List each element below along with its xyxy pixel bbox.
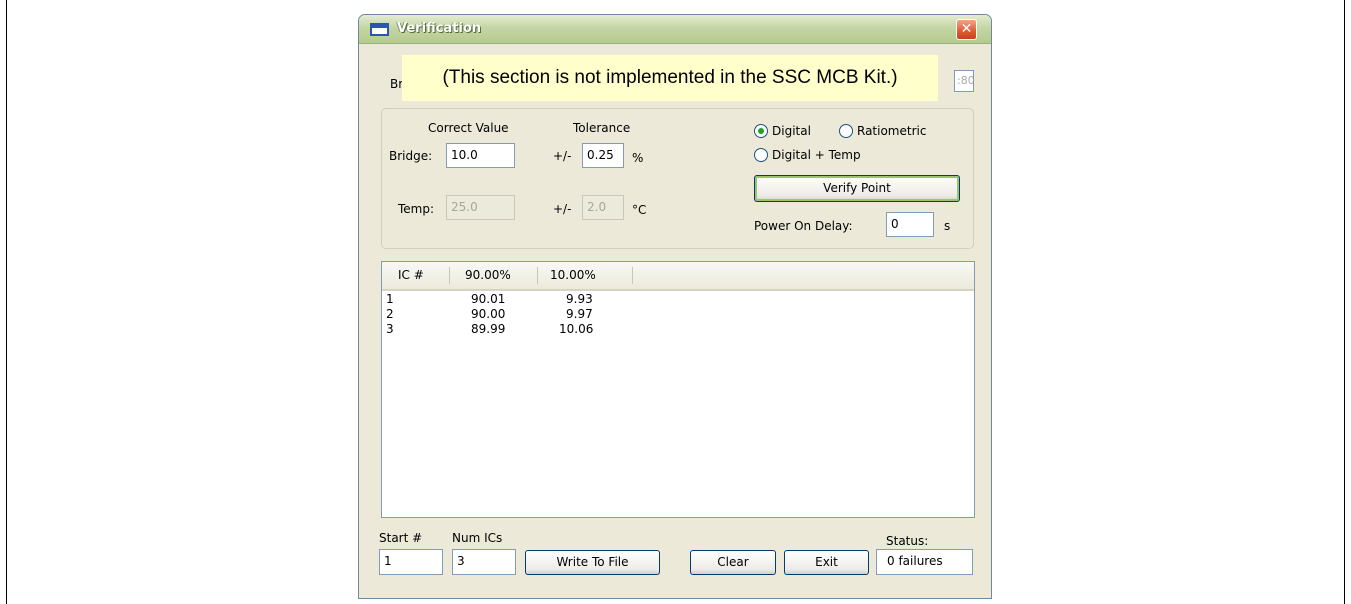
bridge-plus-minus: +/- xyxy=(553,149,572,163)
bridge-value-input[interactable]: 10.0 xyxy=(446,143,515,168)
temp-value-input[interactable]: 25.0 xyxy=(446,195,515,220)
row-3-90: 89.99 xyxy=(471,322,506,336)
tolerance-header: Tolerance xyxy=(573,121,631,135)
close-button[interactable]: ✕ xyxy=(956,19,977,40)
row-3-ic: 3 xyxy=(386,322,394,336)
row-1-90: 90.01 xyxy=(471,292,506,306)
temp-label: Temp: xyxy=(398,202,435,216)
correct-value-header: Correct Value xyxy=(428,121,509,135)
clear-button[interactable]: Clear xyxy=(690,550,776,575)
row-2-10: 9.97 xyxy=(566,307,593,321)
header-divider[interactable] xyxy=(537,267,538,284)
start-number-input[interactable]: 1 xyxy=(379,549,443,575)
num-ics-label: Num ICs xyxy=(452,531,503,545)
ratiometric-radio[interactable] xyxy=(839,124,853,138)
header-divider[interactable] xyxy=(449,267,450,284)
temp-plus-minus: +/- xyxy=(553,202,572,216)
bridge-label: Bridge: xyxy=(389,149,433,163)
write-to-file-button[interactable]: Write To File xyxy=(525,550,660,575)
bridge-address-input[interactable]: :80 xyxy=(954,70,974,92)
row-2-90: 90.00 xyxy=(471,307,506,321)
status-label: Status: xyxy=(886,534,929,548)
not-implemented-callout: (This section is not implemented in the … xyxy=(402,55,938,101)
header-divider[interactable] xyxy=(632,267,633,284)
bridge-tolerance-input[interactable]: 0.25 xyxy=(582,143,624,168)
results-header: IC # 90.00% 10.00% xyxy=(382,262,974,291)
num-ics-input[interactable]: 3 xyxy=(452,549,516,575)
digital-temp-radio[interactable] xyxy=(754,148,768,162)
row-1-10: 9.93 xyxy=(566,292,593,306)
results-list[interactable]: IC # 90.00% 10.00% 1 90.01 9.93 2 90.00 … xyxy=(381,261,975,518)
header-ic-number[interactable]: IC # xyxy=(398,268,424,282)
exit-button[interactable]: Exit xyxy=(784,550,869,575)
temp-tolerance-input[interactable]: 2.0 xyxy=(582,195,624,220)
temp-unit: °C xyxy=(632,203,647,217)
header-10-percent[interactable]: 10.00% xyxy=(550,268,596,282)
header-90-percent[interactable]: 90.00% xyxy=(465,268,511,282)
page-frame-left xyxy=(6,0,7,604)
window-icon xyxy=(370,23,389,36)
power-on-delay-input[interactable]: 0 xyxy=(886,212,934,237)
bridge-unit: % xyxy=(632,151,644,165)
row-3-10: 10.06 xyxy=(559,322,594,336)
status-value: 0 failures xyxy=(876,549,973,575)
ratiometric-radio-label[interactable]: Ratiometric xyxy=(857,124,926,138)
window-title: Verification xyxy=(397,21,482,36)
start-number-label: Start # xyxy=(379,531,423,545)
power-on-delay-unit: s xyxy=(944,219,951,233)
title-bar[interactable]: Verification ✕ xyxy=(359,15,991,44)
power-on-delay-label: Power On Delay: xyxy=(754,219,853,233)
digital-temp-radio-label[interactable]: Digital + Temp xyxy=(772,148,861,162)
row-2-ic: 2 xyxy=(386,307,394,321)
digital-radio-label[interactable]: Digital xyxy=(772,124,811,138)
verify-point-button[interactable]: Verify Point xyxy=(754,175,960,202)
digital-radio[interactable] xyxy=(754,124,768,138)
row-1-ic: 1 xyxy=(386,292,394,306)
page-frame-right xyxy=(1344,0,1345,604)
